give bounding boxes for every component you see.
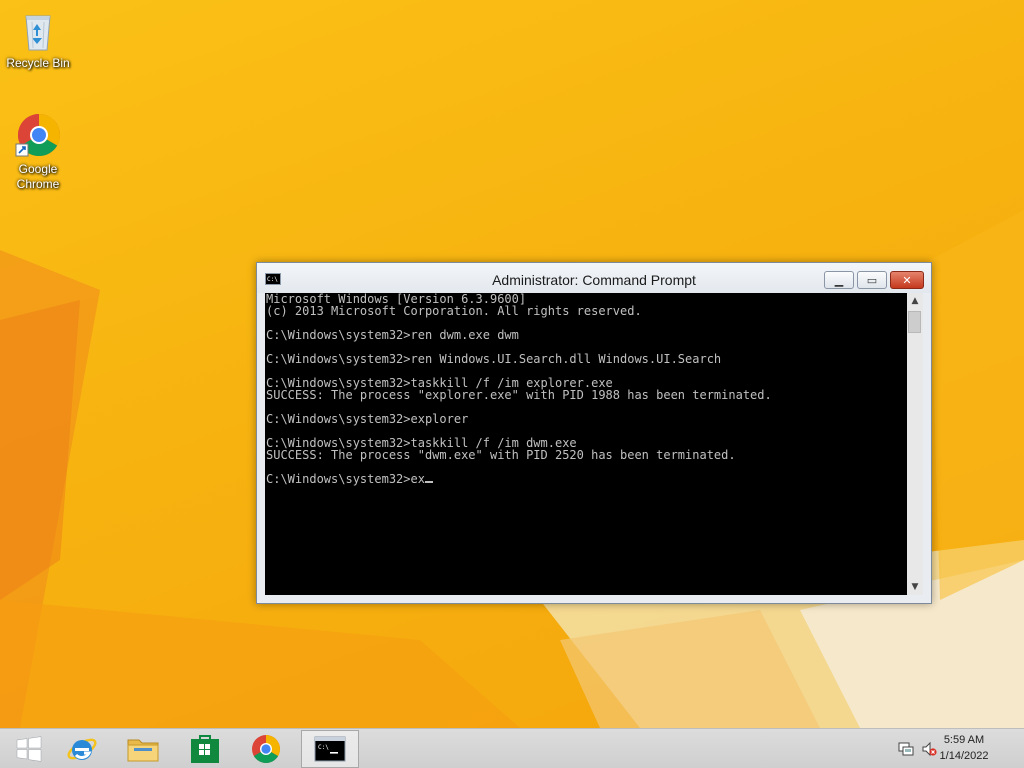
console-line: C:\Windows\system32>explorer: [266, 412, 469, 426]
folder-icon: [127, 739, 159, 762]
console-line: C:\Windows\system32>ren Windows.UI.Searc…: [266, 352, 722, 366]
desktop-icon-label: Google Chrome: [16, 162, 60, 191]
console-icon: C:\: [314, 736, 346, 762]
scroll-down-button[interactable]: ▼: [907, 579, 923, 595]
console-input[interactable]: ex: [411, 472, 425, 486]
start-button[interactable]: [0, 730, 58, 768]
vertical-scrollbar[interactable]: ▲ ▼: [907, 293, 923, 595]
text-cursor: [424, 481, 433, 483]
desktop-icon-google-chrome[interactable]: Google Chrome: [0, 112, 76, 192]
scroll-thumb[interactable]: [908, 311, 921, 333]
scroll-up-button[interactable]: ▲: [907, 293, 923, 309]
console-prompt: C:\Windows\system32>: [266, 472, 411, 486]
svg-text:C:\: C:\: [318, 744, 329, 751]
clock-date[interactable]: 1/14/2022: [924, 750, 1004, 762]
taskbar-file-explorer[interactable]: [114, 730, 172, 768]
minimize-icon: ▁: [834, 273, 844, 287]
close-icon: ✕: [902, 273, 912, 287]
title-bar[interactable]: C:\ Administrator: Command Prompt ▁ ▭ ✕: [257, 263, 931, 293]
windows-logo-icon: [16, 736, 42, 762]
desktop-icon-label: Recycle Bin: [6, 56, 70, 70]
minimize-button[interactable]: ▁: [824, 271, 854, 289]
taskbar-command-prompt[interactable]: C:\: [301, 730, 359, 768]
console-line: SUCCESS: The process "explorer.exe" with…: [266, 388, 772, 402]
taskbar-chrome[interactable]: [237, 730, 295, 768]
network-icon[interactable]: [898, 741, 914, 757]
console-line: SUCCESS: The process "dwm.exe" with PID …: [266, 448, 736, 462]
store-icon: [191, 735, 219, 763]
taskbar-internet-explorer[interactable]: [53, 730, 111, 768]
recycle-bin-icon: [14, 6, 62, 54]
maximize-button[interactable]: ▭: [857, 271, 887, 289]
command-prompt-window[interactable]: C:\ Administrator: Command Prompt ▁ ▭ ✕ …: [256, 262, 932, 604]
taskbar-store[interactable]: [176, 730, 234, 768]
internet-explorer-icon: [67, 738, 97, 760]
taskbar: C:\ 5:59 AM 1/14/2022: [0, 728, 1024, 768]
chrome-icon: [252, 735, 280, 763]
chrome-icon: [14, 112, 62, 160]
console-line: (c) 2013 Microsoft Corporation. All righ…: [266, 304, 642, 318]
desktop[interactable]: Recycle Bin Google Chrome C:\ Administra…: [0, 0, 1024, 728]
chevron-up-icon: ▲: [911, 296, 919, 306]
close-button[interactable]: ✕: [890, 271, 924, 289]
console-output[interactable]: Microsoft Windows [Version 6.3.9600] (c)…: [265, 293, 906, 595]
console-line: C:\Windows\system32>ren dwm.exe dwm: [266, 328, 519, 342]
console-history: Microsoft Windows [Version 6.3.9600] (c)…: [266, 293, 772, 462]
maximize-icon: ▭: [866, 273, 878, 287]
chevron-down-icon: ▼: [911, 582, 919, 592]
console-area[interactable]: Microsoft Windows [Version 6.3.9600] (c)…: [265, 293, 915, 595]
clock-time[interactable]: 5:59 AM: [924, 734, 1004, 746]
desktop-icon-recycle-bin[interactable]: Recycle Bin: [0, 6, 76, 71]
